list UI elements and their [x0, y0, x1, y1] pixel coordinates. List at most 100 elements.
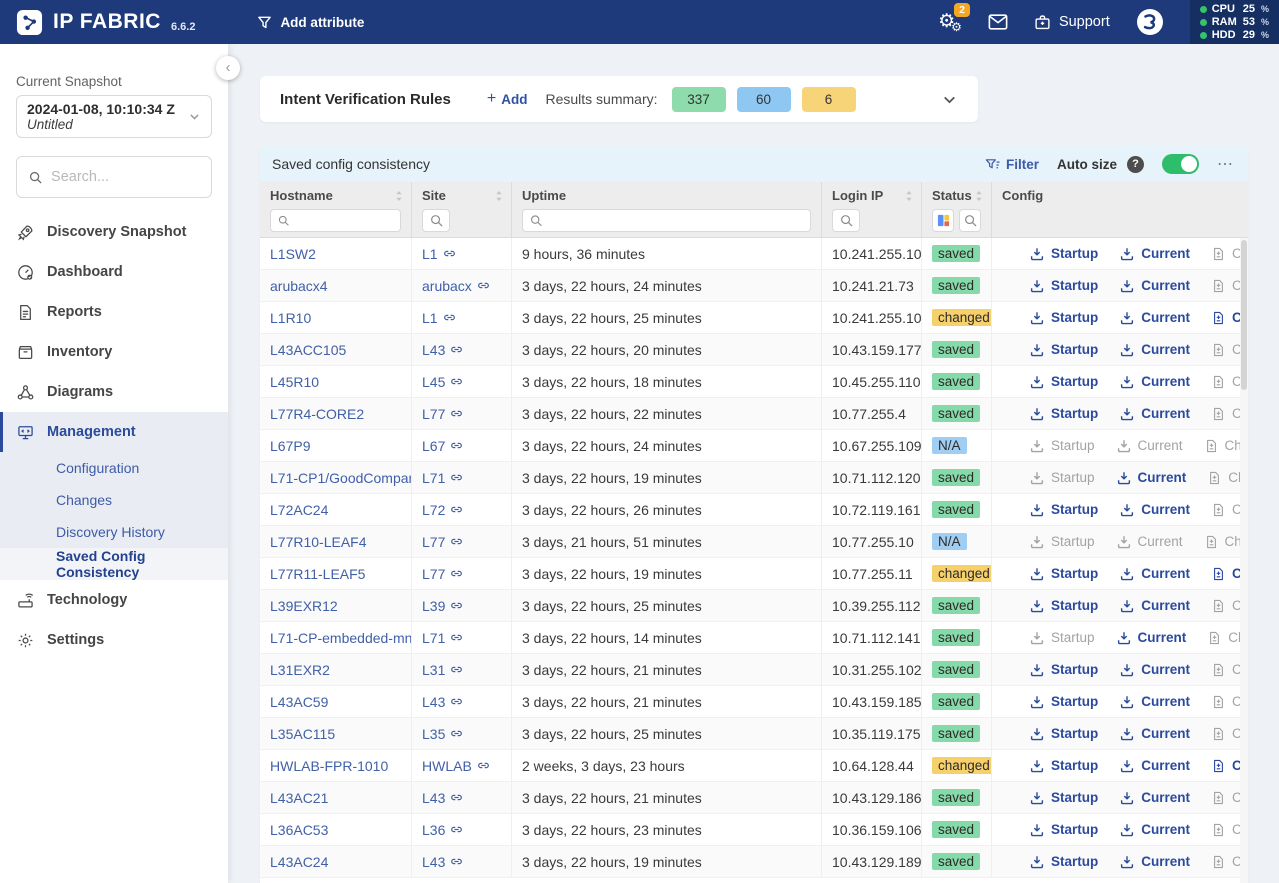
hostname-link[interactable]: L77R11-LEAF5	[270, 566, 365, 582]
hostname-link[interactable]: L71-CP-embedded-mng	[270, 630, 412, 646]
column-header-config[interactable]: Config	[992, 182, 1248, 209]
config-current-action[interactable]: Current	[1117, 470, 1187, 485]
config-current-action[interactable]: Current	[1120, 502, 1190, 517]
config-startup-action[interactable]: Startup	[1030, 694, 1098, 709]
site-link[interactable]: L1	[422, 310, 456, 326]
config-current-action[interactable]: Current	[1120, 598, 1190, 613]
config-current-action[interactable]: Current	[1120, 790, 1190, 805]
column-header-site[interactable]: Site	[412, 182, 512, 209]
more-options-button[interactable]: ⋯	[1217, 154, 1234, 174]
sidebar-item-settings[interactable]: Settings	[0, 620, 228, 660]
filter-button[interactable]: Filter	[985, 157, 1039, 172]
site-link[interactable]: L77	[422, 406, 463, 422]
hostname-link[interactable]: L39EXR12	[270, 598, 338, 614]
sidebar-collapse-button[interactable]: ‹	[216, 56, 240, 80]
scrollbar-thumb[interactable]	[1241, 240, 1247, 390]
autosize-toggle[interactable]	[1162, 154, 1199, 174]
column-header-login-ip[interactable]: Login IP	[822, 182, 922, 209]
config-current-action[interactable]: Current	[1120, 854, 1190, 869]
summary-count-badge-green[interactable]: 337	[672, 87, 726, 112]
column-search-button[interactable]	[959, 209, 981, 232]
site-link[interactable]: L71	[422, 630, 463, 646]
site-link[interactable]: L72	[422, 502, 463, 518]
config-current-action[interactable]: Current	[1120, 342, 1190, 357]
config-startup-action[interactable]: Startup	[1030, 854, 1098, 869]
hostname-link[interactable]: L1SW2	[270, 246, 316, 262]
column-search-input[interactable]	[270, 209, 401, 232]
config-startup-action[interactable]: Startup	[1030, 246, 1098, 261]
sidebar-item-inventory[interactable]: Inventory	[0, 332, 228, 372]
sidebar-item-technology[interactable]: Technology	[0, 580, 228, 620]
config-current-action[interactable]: Current	[1120, 406, 1190, 421]
sidebar-search[interactable]	[16, 156, 212, 198]
site-link[interactable]: L77	[422, 534, 463, 550]
sidebar-subitem-saved-config-consistency[interactable]: Saved Config Consistency	[0, 548, 228, 580]
user-avatar[interactable]	[1136, 8, 1164, 36]
hostname-link[interactable]: L77R4-CORE2	[270, 406, 364, 422]
config-startup-action[interactable]: Startup	[1030, 758, 1098, 773]
search-input[interactable]	[51, 169, 199, 185]
config-startup-action[interactable]: Startup	[1030, 566, 1098, 581]
column-header-status[interactable]: Status	[922, 182, 992, 209]
site-link[interactable]: L67	[422, 438, 463, 454]
panel-expand-button[interactable]	[941, 91, 958, 108]
column-search-input[interactable]	[522, 209, 811, 232]
config-current-action[interactable]: Current	[1117, 630, 1187, 645]
hostname-link[interactable]: L1R10	[270, 310, 311, 326]
sidebar-subitem-configuration[interactable]: Configuration	[0, 452, 228, 484]
config-current-action[interactable]: Current	[1120, 310, 1190, 325]
add-rule-button[interactable]: + Add	[487, 90, 528, 108]
hostname-link[interactable]: L43AC21	[270, 790, 328, 806]
hostname-link[interactable]: L43ACC105	[270, 342, 346, 358]
automation-gears-button[interactable]: ⚙⚙ 2	[938, 12, 962, 33]
site-link[interactable]: L36	[422, 822, 463, 838]
config-current-action[interactable]: Current	[1120, 662, 1190, 677]
site-link[interactable]: HWLAB	[422, 758, 490, 774]
hostname-link[interactable]: L77R10-LEAF4	[270, 534, 367, 550]
config-current-action[interactable]: Current	[1120, 566, 1190, 581]
config-startup-action[interactable]: Startup	[1030, 278, 1098, 293]
column-search-button[interactable]	[832, 209, 860, 232]
config-startup-action[interactable]: Startup	[1030, 822, 1098, 837]
config-startup-action[interactable]: Startup	[1030, 406, 1098, 421]
config-startup-action[interactable]: Startup	[1030, 662, 1098, 677]
support-button[interactable]: Support	[1034, 14, 1110, 31]
hostname-link[interactable]: L71-CP1/GoodCompany	[270, 470, 412, 486]
sidebar-subitem-changes[interactable]: Changes	[0, 484, 228, 516]
site-link[interactable]: L43	[422, 854, 463, 870]
hostname-link[interactable]: L43AC24	[270, 854, 328, 870]
config-startup-action[interactable]: Startup	[1030, 790, 1098, 805]
sidebar-item-reports[interactable]: Reports	[0, 292, 228, 332]
site-link[interactable]: L39	[422, 598, 463, 614]
column-header-uptime[interactable]: Uptime	[512, 182, 822, 209]
site-link[interactable]: L77	[422, 566, 463, 582]
hostname-link[interactable]: L43AC59	[270, 694, 328, 710]
site-link[interactable]: arubacx	[422, 278, 490, 294]
site-link[interactable]: L43	[422, 694, 463, 710]
add-attribute-button[interactable]: Add attribute	[257, 15, 364, 30]
sort-icon[interactable]	[494, 189, 504, 203]
sidebar-item-discovery-snapshot[interactable]: Discovery Snapshot	[0, 212, 228, 252]
config-current-action[interactable]: Current	[1120, 246, 1190, 261]
site-link[interactable]: L35	[422, 726, 463, 742]
sort-icon[interactable]	[904, 189, 914, 203]
snapshot-select[interactable]: 2024-01-08, 10:10:34 Z Untitled	[16, 95, 212, 138]
status-color-filter-button[interactable]	[932, 209, 954, 232]
site-link[interactable]: L43	[422, 342, 463, 358]
hostname-link[interactable]: L67P9	[270, 438, 310, 454]
hostname-link[interactable]: L31EXR2	[270, 662, 330, 678]
summary-count-badge-blue[interactable]: 60	[737, 87, 791, 112]
column-search-button[interactable]	[422, 209, 450, 232]
site-link[interactable]: L71	[422, 470, 463, 486]
config-startup-action[interactable]: Startup	[1030, 374, 1098, 389]
column-header-hostname[interactable]: Hostname	[260, 182, 412, 209]
config-startup-action[interactable]: Startup	[1030, 502, 1098, 517]
config-current-action[interactable]: Current	[1120, 822, 1190, 837]
config-startup-action[interactable]: Startup	[1030, 310, 1098, 325]
config-current-action[interactable]: Current	[1120, 758, 1190, 773]
hostname-link[interactable]: L36AC53	[270, 822, 328, 838]
hostname-link[interactable]: arubacx4	[270, 278, 328, 294]
table-scrollbar[interactable]	[1240, 238, 1248, 883]
sidebar-subitem-discovery-history[interactable]: Discovery History	[0, 516, 228, 548]
site-link[interactable]: L31	[422, 662, 463, 678]
